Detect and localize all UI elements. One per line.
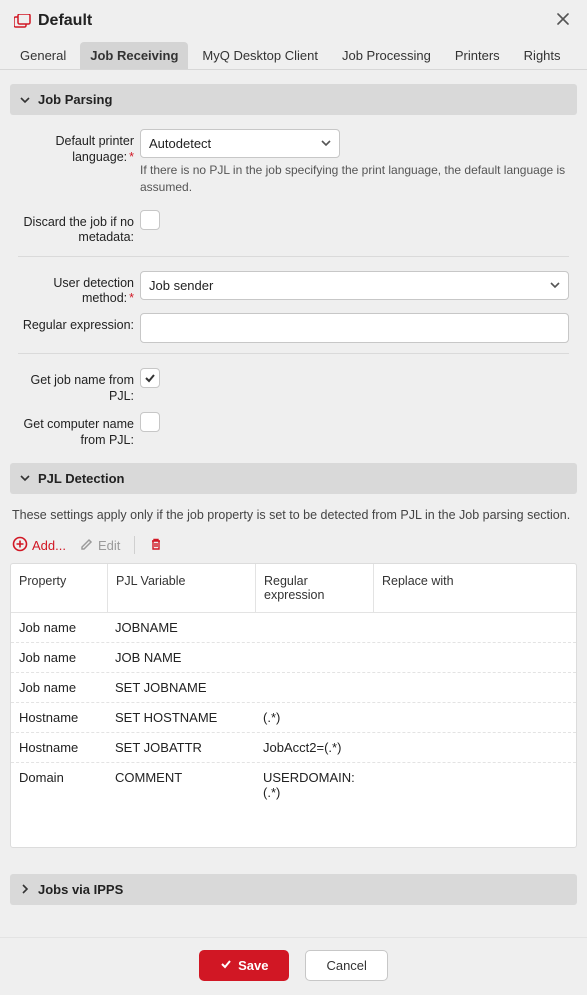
discard-if-no-metadata-checkbox[interactable] [140,210,160,230]
edit-label: Edit [98,538,120,553]
tab-myq-desktop-client[interactable]: MyQ Desktop Client [192,42,328,69]
section-title: Job Parsing [38,92,112,107]
content-area: Job Parsing Default printer language:* A… [0,70,587,937]
table-header: Property PJL Variable Regular expression… [11,564,576,613]
tab-rights[interactable]: Rights [514,42,571,69]
chevron-right-icon [20,884,30,894]
cell-property: Job name [11,643,107,672]
cell-pjl-variable: SET JOBNAME [107,673,255,702]
cell-regex [255,643,373,672]
col-pjl-variable[interactable]: PJL Variable [107,564,255,612]
label-user-detection-method: User detection method:* [18,271,140,307]
table-row[interactable]: Job nameSET JOBNAME [11,672,576,702]
get-computer-name-from-pjl-checkbox[interactable] [140,412,160,432]
plus-circle-icon [12,536,28,555]
regular-expression-input[interactable] [140,313,569,343]
cancel-button[interactable]: Cancel [305,950,387,981]
add-label: Add... [32,538,66,553]
table-row[interactable]: HostnameSET JOBATTRJobAcct2=(.*) [11,732,576,762]
cell-pjl-variable: COMMENT [107,763,255,807]
cell-replace [373,733,576,762]
divider [18,256,569,257]
tab-bar: General Job Receiving MyQ Desktop Client… [0,36,587,70]
label-get-computer-name-from-pjl: Get computer name from PJL: [18,412,140,448]
cell-replace [373,613,576,642]
edit-button[interactable]: Edit [80,537,120,554]
table-body: Job nameJOBNAMEJob nameJOB NAMEJob nameS… [11,613,576,807]
pencil-icon [80,537,94,554]
table-row[interactable]: HostnameSET HOSTNAME(.*) [11,702,576,732]
tab-general[interactable]: General [10,42,76,69]
cell-property: Domain [11,763,107,807]
cell-regex: JobAcct2=(.*) [255,733,373,762]
label-default-printer-language: Default printer language:* [18,129,140,165]
table-row[interactable]: Job nameJOB NAME [11,642,576,672]
chevron-down-icon [20,95,30,105]
cell-property: Hostname [11,733,107,762]
delete-button[interactable] [149,537,163,554]
cell-property: Job name [11,673,107,702]
cancel-label: Cancel [326,958,366,973]
select-value: Job sender [149,278,213,293]
cell-replace [373,763,576,807]
table-padding [11,807,576,847]
divider [18,353,569,354]
section-body-job-parsing: Default printer language:* Autodetect If… [10,129,577,463]
user-detection-method-select[interactable]: Job sender [140,271,569,300]
cell-replace [373,673,576,702]
tab-job-receiving[interactable]: Job Receiving [80,42,188,69]
cell-pjl-variable: SET JOBATTR [107,733,255,762]
label-get-job-name-from-pjl: Get job name from PJL: [18,368,140,404]
section-title: Jobs via IPPS [38,882,123,897]
dialog: Default General Job Receiving MyQ Deskto… [0,0,587,995]
chevron-down-icon [550,278,560,293]
section-header-jobs-via-ipps[interactable]: Jobs via IPPS [10,874,577,905]
pjl-detection-table: Property PJL Variable Regular expression… [10,563,577,848]
cell-pjl-variable: SET HOSTNAME [107,703,255,732]
cell-replace [373,703,576,732]
col-property[interactable]: Property [11,564,107,612]
trash-icon [149,537,163,554]
section-header-pjl-detection[interactable]: PJL Detection [10,463,577,494]
section-title: PJL Detection [38,471,124,486]
cell-pjl-variable: JOBNAME [107,613,255,642]
get-job-name-from-pjl-checkbox[interactable] [140,368,160,388]
add-button[interactable]: Add... [12,536,66,555]
queue-icon [14,14,32,28]
col-replace[interactable]: Replace with [373,564,576,612]
col-regex[interactable]: Regular expression [255,564,373,612]
select-value: Autodetect [149,136,211,151]
save-label: Save [238,958,268,973]
pjl-table-toolbar: Add... Edit [10,536,577,563]
section-header-job-parsing[interactable]: Job Parsing [10,84,577,115]
tab-job-processing[interactable]: Job Processing [332,42,441,69]
default-printer-language-select[interactable]: Autodetect [140,129,340,158]
chevron-down-icon [321,136,331,151]
cell-property: Job name [11,613,107,642]
label-regular-expression: Regular expression: [18,313,140,334]
cell-replace [373,643,576,672]
dialog-header: Default [0,0,587,36]
chevron-down-icon [20,473,30,483]
section-note: These settings apply only if the job pro… [10,508,577,536]
cell-property: Hostname [11,703,107,732]
dialog-title: Default [38,12,553,30]
dialog-footer: Save Cancel [0,937,587,995]
table-row[interactable]: DomainCOMMENTUSERDOMAIN:(.*) [11,762,576,807]
cell-regex: (.*) [255,703,373,732]
close-button[interactable] [553,10,573,32]
tab-printers[interactable]: Printers [445,42,510,69]
cell-regex [255,673,373,702]
helper-text: If there is no PJL in the job specifying… [140,158,569,204]
save-button[interactable]: Save [199,950,289,981]
cell-pjl-variable: JOB NAME [107,643,255,672]
check-icon [220,958,232,973]
cell-regex [255,613,373,642]
table-row[interactable]: Job nameJOBNAME [11,613,576,642]
cell-regex: USERDOMAIN:(.*) [255,763,373,807]
label-discard-if-no-metadata: Discard the job if no metadata: [18,210,140,246]
divider [134,536,135,554]
